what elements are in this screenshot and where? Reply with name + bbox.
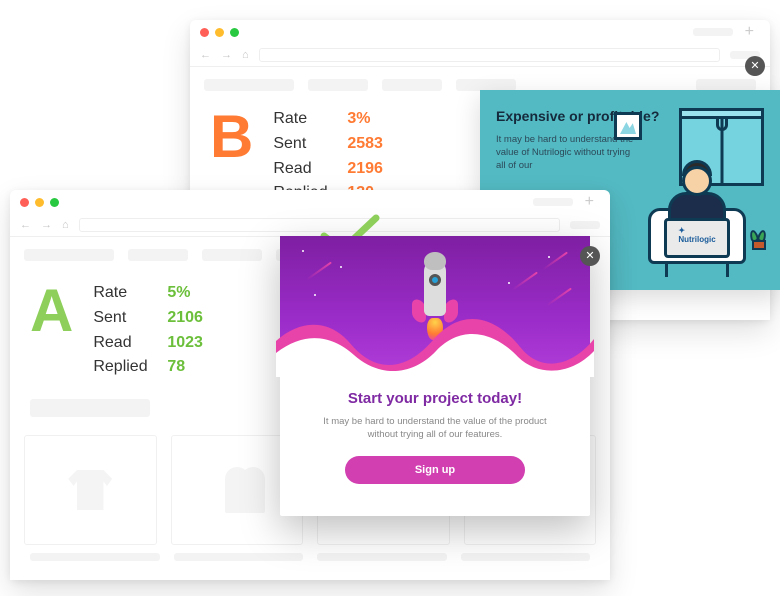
minimize-dot-icon[interactable] <box>215 28 224 37</box>
brand-label: Nutrilogic <box>678 226 715 244</box>
address-bar[interactable] <box>259 48 720 62</box>
new-tab-icon[interactable]: + <box>739 23 760 41</box>
tshirt-icon <box>68 470 112 510</box>
stat-label: Read <box>273 157 333 182</box>
stats-block-a: Rate 5% Sent 2106 Read 1023 Replied 78 <box>93 281 203 380</box>
stat-label: Sent <box>93 306 153 331</box>
home-icon[interactable]: ⌂ <box>62 219 69 231</box>
close-dot-icon[interactable] <box>200 28 209 37</box>
back-icon[interactable]: ← <box>200 49 211 61</box>
popup-body: It may be hard to understand the value o… <box>320 415 550 442</box>
picture-frame-icon <box>614 112 642 140</box>
stat-label: Replied <box>93 355 153 380</box>
stat-label: Sent <box>273 132 333 157</box>
stat-value: 78 <box>167 355 185 380</box>
stat-label: Rate <box>273 107 333 132</box>
home-icon[interactable]: ⌂ <box>242 49 249 61</box>
laptop-icon: Nutrilogic <box>664 218 730 258</box>
stat-value: 5% <box>167 281 190 306</box>
maximize-dot-icon[interactable] <box>230 28 239 37</box>
maximize-dot-icon[interactable] <box>50 198 59 207</box>
stat-label: Read <box>93 331 153 356</box>
variant-letter-a: A <box>30 281 73 341</box>
variant-letter-b: B <box>210 107 253 167</box>
browser-toolbar: ← → ⌂ <box>190 44 770 66</box>
close-dot-icon[interactable] <box>20 198 29 207</box>
popup-close-button[interactable] <box>580 246 600 266</box>
window-titlebar: + <box>190 20 770 44</box>
popup-title: Start your project today! <box>298 390 572 407</box>
popup-hero-illustration <box>280 236 590 376</box>
popup-promo-a: Start your project today! It may be hard… <box>280 236 590 516</box>
signup-button[interactable]: Sign up <box>345 456 525 484</box>
stat-value: 2106 <box>167 306 203 331</box>
product-card[interactable] <box>24 435 157 545</box>
stat-label: Rate <box>93 281 153 306</box>
window-titlebar: + <box>10 190 610 214</box>
popup-close-button[interactable] <box>745 56 765 76</box>
stat-value: 2196 <box>347 157 383 182</box>
new-tab-icon[interactable]: + <box>579 193 600 211</box>
stat-value: 1023 <box>167 331 203 356</box>
stat-value: 3% <box>347 107 370 132</box>
stat-value: 2583 <box>347 132 383 157</box>
minimize-dot-icon[interactable] <box>35 198 44 207</box>
forward-icon[interactable]: → <box>41 219 52 231</box>
back-icon[interactable]: ← <box>20 219 31 231</box>
forward-icon[interactable]: → <box>221 49 232 61</box>
browser-toolbar: ← → ⌂ <box>10 214 610 236</box>
illustration-person-laptop: Nutrilogic <box>614 100 774 280</box>
flipflop-icon <box>225 467 249 513</box>
